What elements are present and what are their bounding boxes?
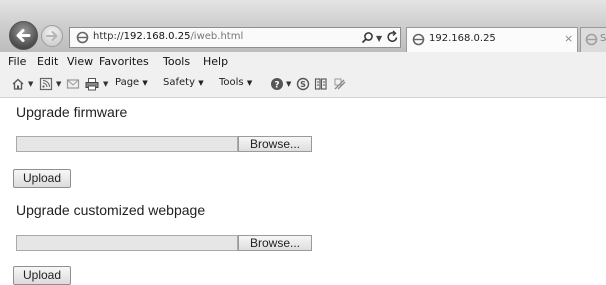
webpage-upload-button[interactable]: Upload (13, 266, 71, 285)
research-icon[interactable] (314, 77, 328, 91)
tab-active[interactable]: 192.168.0.25 × (406, 27, 578, 52)
page-menu-label: Page (115, 77, 140, 88)
skype-icon[interactable]: S (296, 77, 310, 91)
tab-title: Se (600, 33, 606, 44)
page-content: Upgrade firmware Browse... Upload Upgrad… (0, 98, 606, 285)
tab-other[interactable]: Se (580, 27, 606, 52)
tab-title: 192.168.0.25 (429, 33, 496, 44)
home-dropdown-icon[interactable]: ▼ (28, 80, 33, 88)
svg-text:S: S (300, 80, 306, 89)
ie-tab-icon (585, 33, 598, 46)
firmware-file-field[interactable] (16, 136, 238, 152)
mail-icon[interactable] (66, 77, 80, 91)
back-button[interactable] (9, 21, 38, 50)
address-bar[interactable]: http://192.168.0.25/iweb.html ▼ (69, 27, 401, 48)
tools-menu-label: Tools (219, 77, 244, 88)
refresh-icon[interactable] (386, 30, 399, 44)
back-arrow-icon (16, 29, 31, 42)
help-dropdown-icon[interactable]: ▼ (286, 80, 291, 88)
tools-menu[interactable]: Tools ▼ (219, 77, 252, 88)
firmware-browse-button[interactable]: Browse... (238, 136, 312, 152)
url-path: /iweb.html (190, 31, 244, 42)
webpage-browse-button[interactable]: Browse... (238, 235, 312, 251)
webpage-section-title: Upgrade customized webpage (16, 202, 206, 218)
url-text[interactable]: http://192.168.0.25/iweb.html (93, 31, 243, 42)
search-dropdown-icon[interactable]: ▼ (376, 34, 382, 43)
svg-text:?: ? (274, 81, 279, 91)
tools-dropdown-icon: ▼ (246, 79, 253, 87)
url-prefix: http:// (93, 31, 124, 42)
menu-bar: File Edit View Favorites Tools Help (0, 52, 606, 72)
safety-menu-label: Safety (163, 77, 195, 88)
ie-tab-icon (412, 33, 425, 46)
page-dropdown-icon: ▼ (142, 79, 148, 87)
menu-help[interactable]: Help (203, 55, 228, 68)
safety-dropdown-icon: ▼ (198, 79, 204, 87)
forward-arrow-icon (46, 31, 58, 41)
onenote-icon[interactable] (333, 77, 347, 91)
command-bar: ▼ ▼ ▼ Page ▼ Safety ▼ Tools ▼ ? ▼ S (0, 72, 606, 98)
feeds-dropdown-icon[interactable]: ▼ (56, 80, 61, 88)
url-host: 192.168.0.25 (123, 31, 191, 42)
menu-tools[interactable]: Tools (163, 55, 190, 68)
browser-title-bar: http://192.168.0.25/iweb.html ▼ 192.168.… (0, 0, 606, 52)
home-icon[interactable] (11, 77, 25, 91)
firmware-section-title: Upgrade firmware (16, 104, 128, 120)
help-icon[interactable]: ? (270, 77, 284, 91)
ie-page-icon (76, 31, 89, 44)
search-icon[interactable] (361, 31, 374, 44)
forward-button[interactable] (41, 25, 63, 47)
menu-file[interactable]: File (8, 55, 26, 68)
menu-favorites[interactable]: Favorites (99, 55, 149, 68)
print-icon[interactable] (85, 77, 99, 91)
menu-edit[interactable]: Edit (37, 55, 58, 68)
firmware-upload-button[interactable]: Upload (13, 169, 71, 188)
menu-view[interactable]: View (67, 55, 93, 68)
page-menu[interactable]: Page ▼ (115, 77, 148, 88)
close-tab-icon[interactable]: × (564, 32, 573, 45)
safety-menu[interactable]: Safety ▼ (163, 77, 204, 88)
webpage-file-field[interactable] (16, 235, 238, 251)
print-dropdown-icon[interactable]: ▼ (103, 80, 108, 88)
feeds-icon[interactable] (39, 77, 53, 91)
